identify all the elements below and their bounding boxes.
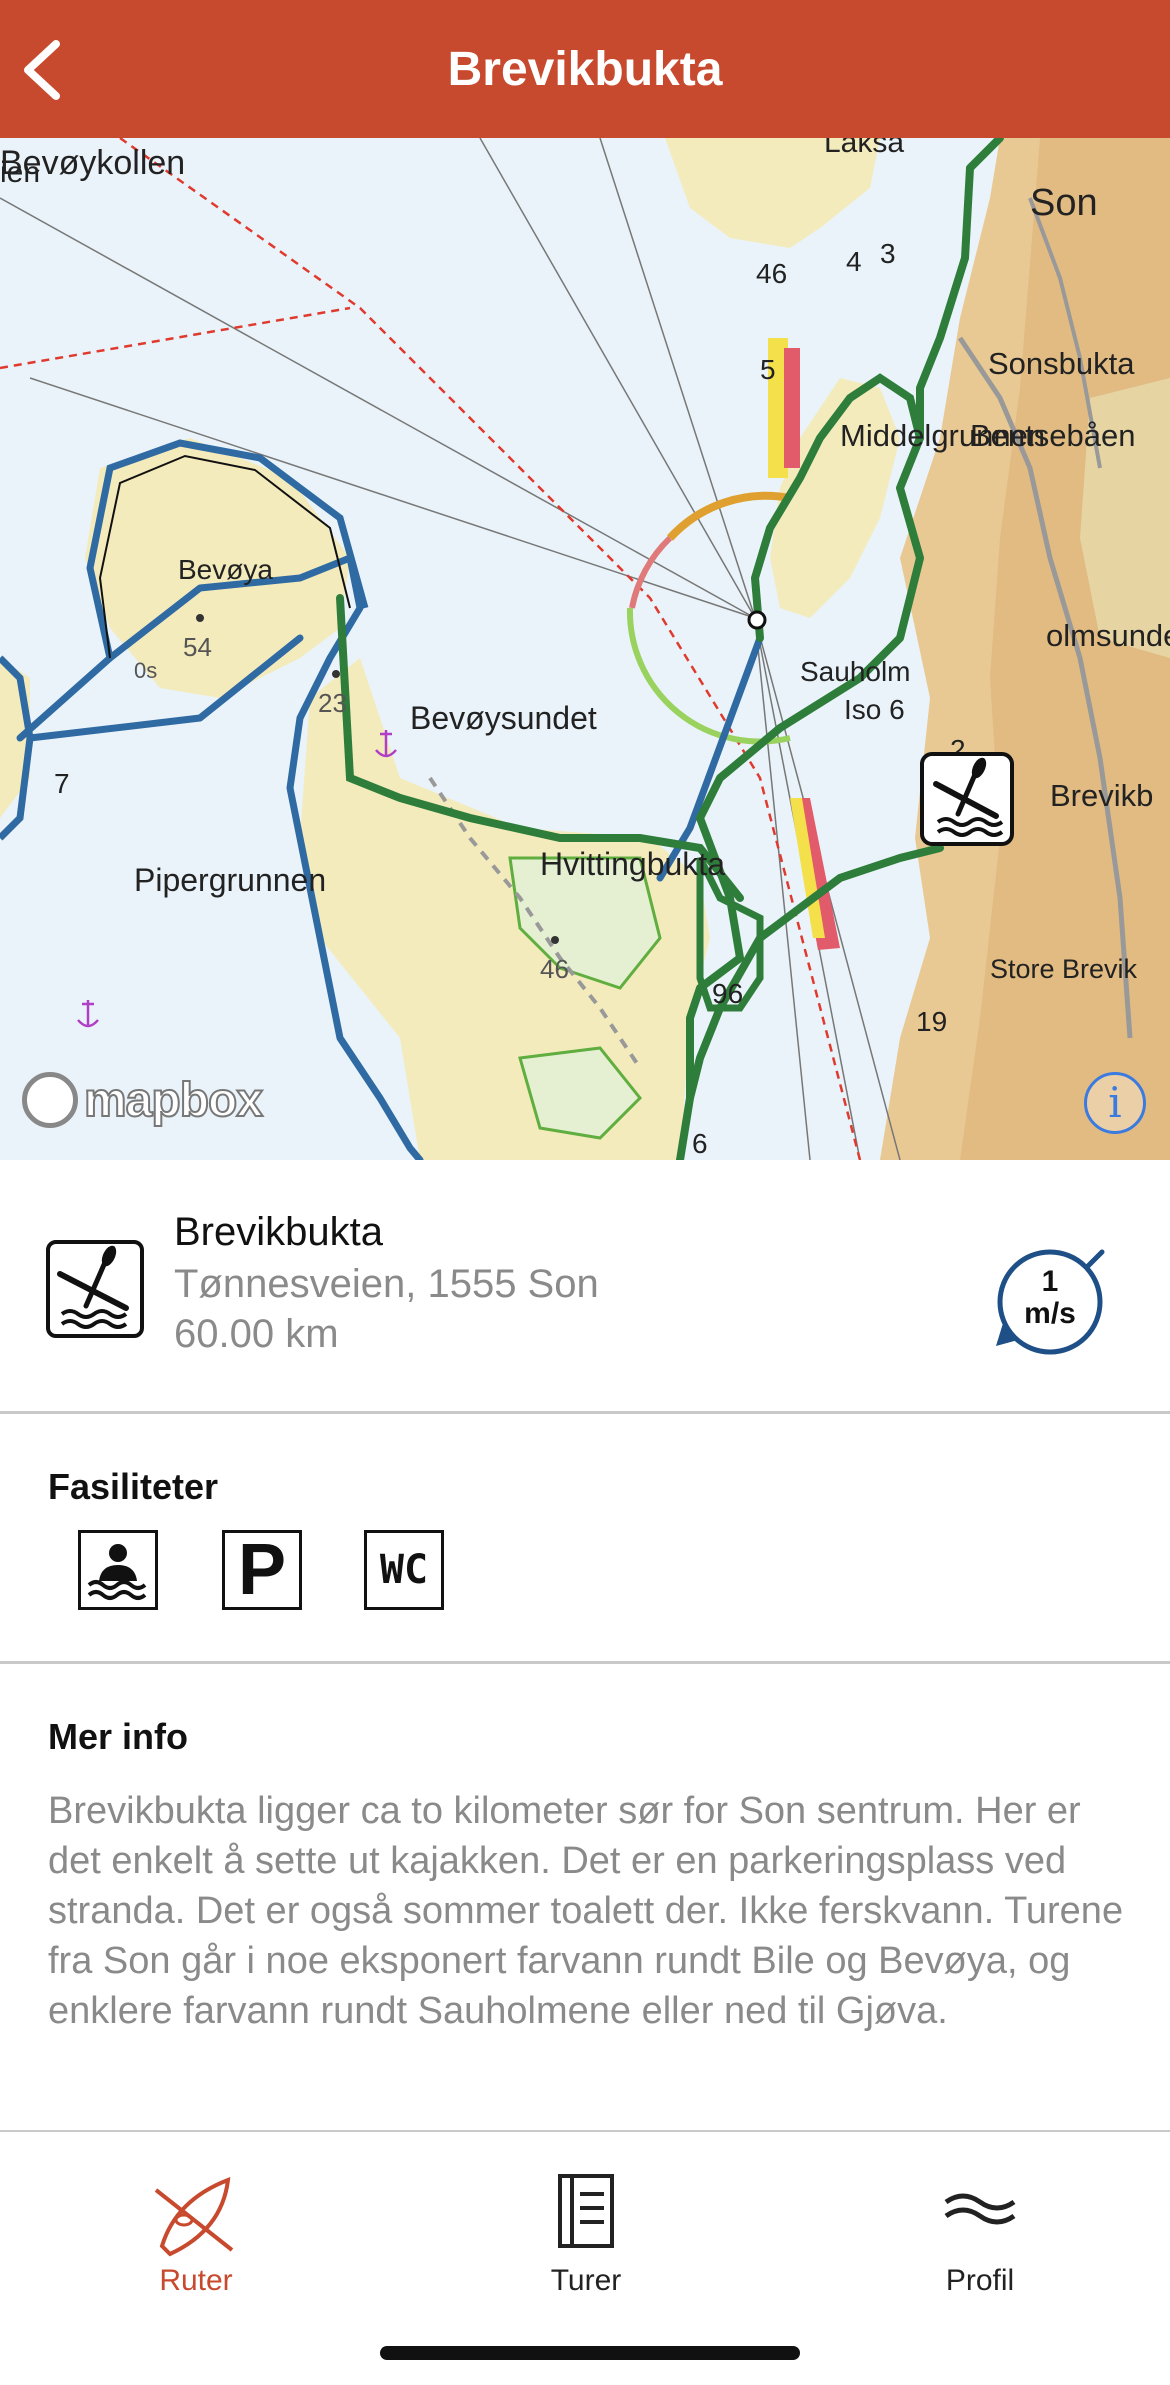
tab-turer-label: Turer <box>550 2264 622 2297</box>
map-depth-46: 46 <box>756 258 788 289</box>
swimming-facility <box>78 1530 158 1610</box>
back-button[interactable] <box>14 30 78 110</box>
map-label-sauholm: Sauholm <box>800 656 911 687</box>
divider <box>0 1411 1170 1414</box>
lighthouse-icon <box>747 610 767 630</box>
kayak-icon <box>154 2176 234 2257</box>
parking-facility: P <box>222 1530 302 1610</box>
facilities-title: Fasiliteter <box>48 1466 219 1507</box>
map-label-store-brevik: Store Brevik <box>990 954 1138 984</box>
map-label-height-54: 54 <box>183 632 212 662</box>
map-canvas[interactable] <box>0 138 1170 1160</box>
map-depth-3: 3 <box>880 238 896 269</box>
spot-distance: 60.00 km <box>174 1312 339 1356</box>
chevron-left-icon <box>24 40 60 100</box>
map-label-ien: ien <box>0 156 41 189</box>
swimming-icon <box>87 1544 147 1600</box>
spot-name: Brevikbukta <box>174 1210 383 1254</box>
kayak-launch-marker[interactable] <box>920 752 1014 846</box>
wind-unit: m/s <box>1024 1297 1076 1330</box>
map-view[interactable]: Bevøykollen ien Laksa Son Sonsbukta Midd… <box>0 138 1170 1160</box>
map-label-iso: Iso 6 <box>844 694 905 725</box>
more-info-text: Brevikbukta ligger ca to kilometer sør f… <box>48 1790 1124 2032</box>
tab-profil[interactable]: Profil <box>880 2170 1080 2300</box>
map-depth-0s: 0s <box>134 658 158 683</box>
map-info-button[interactable]: i <box>1084 1072 1146 1134</box>
divider <box>0 1661 1170 1664</box>
wind-speed: 1 m/s <box>990 1266 1110 1330</box>
kayak-launch-icon <box>933 757 1004 837</box>
map-label-sonsbukta: Sonsbukta <box>988 346 1135 381</box>
mapbox-attribution: mapbox <box>83 1073 264 1128</box>
tab-profil-label: Profil <box>945 2264 1015 2297</box>
map-label-bentsebaen: Bentsebåen <box>970 418 1136 453</box>
map-depth-96: 96 <box>712 978 744 1009</box>
toilet-icon: WC <box>379 1547 429 1593</box>
map-label-laksa: Laksa <box>824 138 905 159</box>
map-label-height-46: 46 <box>540 954 569 984</box>
divider <box>0 2130 1170 2132</box>
wind-value: 1 <box>1041 1265 1059 1298</box>
mapbox-icon <box>22 1072 78 1128</box>
toilet-facility: WC <box>364 1530 444 1610</box>
page-title: Brevikbukta <box>447 43 723 96</box>
wind-indicator[interactable]: 1 m/s <box>990 1236 1120 1366</box>
map-depth-6: 6 <box>692 1128 708 1159</box>
tab-turer[interactable]: Turer <box>486 2170 686 2300</box>
tab-ruter-label: Ruter <box>159 2264 233 2297</box>
map-label-brevik: Brevikb <box>1050 778 1154 813</box>
spot-header: Brevikbukta Tønnesveien, 1555 Son 60.00 … <box>0 1160 1170 1412</box>
map-depth-4: 4 <box>846 246 862 277</box>
red-boundary-2 <box>0 306 351 370</box>
map-label-hvitting: Hvittingbukta <box>540 846 725 882</box>
map-depth-19: 19 <box>916 1006 948 1037</box>
channel-marker-red <box>784 348 800 468</box>
map-label-holmsunde: olmsunde <box>1046 618 1170 653</box>
map-label-height-23: 23 <box>318 688 347 718</box>
map-label-bevoysundet: Bevøysundet <box>410 700 597 736</box>
waves-icon <box>944 2193 1016 2225</box>
kayak-launch-icon <box>46 1240 144 1338</box>
map-label-pipergrunnen: Pipergrunnen <box>134 862 327 898</box>
tab-ruter[interactable]: Ruter <box>96 2170 296 2300</box>
map-depth-7: 7 <box>54 768 70 799</box>
parking-icon: P <box>237 1530 287 1610</box>
map-label-son: Son <box>1030 182 1098 224</box>
spot-address: Tønnesveien, 1555 Son <box>174 1262 599 1306</box>
map-depth-5: 5 <box>760 354 776 385</box>
home-indicator[interactable] <box>380 2346 800 2360</box>
map-label-bevoya: Bevøya <box>178 554 273 585</box>
navigation-bar: Brevikbukta <box>0 0 1170 138</box>
mapbox-logo: mapbox <box>22 1068 264 1132</box>
logbook-icon <box>558 2174 614 2248</box>
more-info-title: Mer info <box>48 1716 188 1757</box>
